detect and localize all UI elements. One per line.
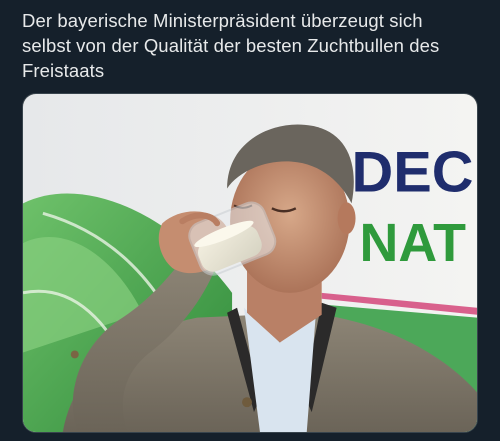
tweet: Der bayerische Ministerpräsident überzeu…: [0, 0, 500, 441]
photo-illustration: DEC NAT: [23, 94, 477, 432]
tweet-text: Der bayerische Ministerpräsident überzeu…: [22, 10, 440, 81]
tweet-media-photo[interactable]: DEC NAT: [22, 93, 478, 433]
banner-text-line1: DEC: [352, 140, 474, 204]
banner-text-line2: NAT: [360, 213, 467, 273]
